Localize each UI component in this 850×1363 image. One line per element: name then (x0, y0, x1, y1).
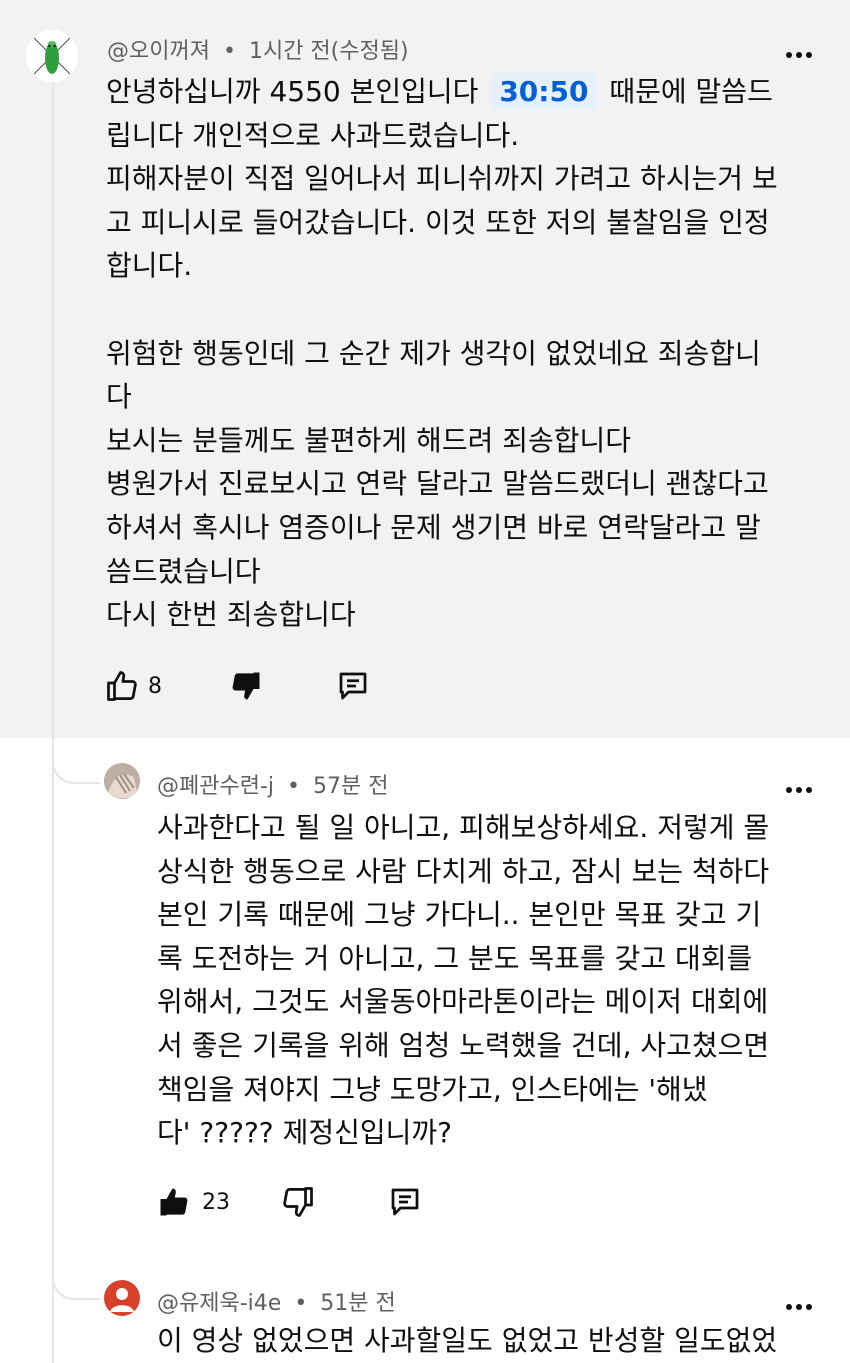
default-person-avatar[interactable] (104, 1280, 140, 1316)
cucumber-avatar[interactable] (26, 30, 78, 82)
comment-line: 위험한 행동인데 그 순간 제가 생각이 없었네요 죄송합니 (106, 336, 761, 370)
comment-line: 다' ????? 제정신입니까? (157, 1116, 452, 1150)
comment-body: 사과한다고 될 일 아니고, 피해보상하세요. 저렇게 몰 상식한 행동으로 사… (157, 806, 769, 1155)
comment-author[interactable]: @유제욱-i4e (157, 1291, 281, 1316)
reply-icon (339, 672, 367, 700)
comment-line: 고 피니시로 들어갔습니다. 이것 또한 저의 불찰임을 인정 (106, 205, 770, 239)
comment-line: 서 좋은 기록을 위해 엄청 노력했을 건데, 사고쳤으면 (157, 1028, 770, 1062)
comment-line: 사과한다고 될 일 아니고, 피해보상하세요. 저렇게 몰 (157, 811, 770, 844)
reply-connector (52, 1268, 100, 1300)
comment-line: 병원가서 진료보시고 연락 달라고 말씀드랬더니 괜찮다고 (106, 467, 769, 501)
like-count: 23 (202, 1190, 230, 1215)
comment-line: 다시 한번 죄송합니다 (106, 598, 356, 632)
comment-author[interactable]: @오이꺼져 (107, 39, 210, 64)
comment-line: 상식한 행동으로 사람 다치게 하고, 잠시 보는 척하다 (157, 854, 770, 888)
comment-meta: @폐관수련-j • 57분 전 (157, 768, 388, 800)
dislike-button[interactable] (228, 668, 264, 704)
more-options-icon[interactable] (786, 52, 814, 60)
like-button[interactable] (104, 668, 140, 704)
comment-line: 다 (106, 380, 132, 414)
reply-connector (52, 752, 100, 784)
more-options-icon[interactable] (786, 787, 814, 795)
thumbs-up-filled-icon (160, 1188, 188, 1216)
comment-line: 위해서, 그것도 서울동아마라톤이라는 메이저 대회에 (157, 985, 769, 1019)
meta-separator: • (294, 1291, 308, 1316)
meta-separator: • (287, 774, 300, 799)
more-options-icon[interactable] (786, 1304, 814, 1312)
comment-time: 51분 전 (320, 1291, 396, 1316)
reply-thread-line (52, 80, 54, 1363)
comment-line: 본인 기록 때문에 그냥 가다니.. 본인만 목표 갖고 기 (157, 898, 762, 932)
dislike-button[interactable] (280, 1184, 316, 1220)
comment-time: 57분 전 (313, 774, 389, 799)
comment-time: 1시간 전(수정됨) (248, 39, 409, 64)
thumbs-up-icon (107, 671, 137, 701)
like-button[interactable] (156, 1184, 192, 1220)
thumbs-down-icon (283, 1187, 313, 1217)
comment-meta: @오이꺼져 • 1시간 전(수정됨) (107, 33, 409, 65)
comment-author[interactable]: @폐관수련-j (157, 774, 274, 799)
comment-line: 보시는 분들께도 불편하게 해드려 죄송합니다 (106, 423, 632, 457)
reply-icon (391, 1188, 419, 1216)
comment-line: 책임을 져야지 그냥 도망가고, 인스타에는 '해냈 (157, 1072, 708, 1106)
photo-avatar[interactable] (104, 763, 140, 799)
comment-meta: @유제욱-i4e • 51분 전 (157, 1285, 396, 1317)
thumbs-down-filled-icon (232, 672, 260, 700)
comment-line (106, 288, 778, 332)
reply-button[interactable] (386, 1184, 424, 1220)
comment-line: 립니다 개인적으로 사과드렸습니다. (106, 118, 520, 152)
comment-line: 하셔서 혹시나 염증이나 문제 생기면 바로 연락달라고 말 (106, 510, 761, 544)
like-count: 8 (148, 674, 162, 699)
comment-line: 씀드렸습니다 (106, 554, 261, 588)
comment-body: 이 영상 없었으면 사과할일도 없었고 반성할 일도없었 (157, 1319, 777, 1363)
meta-separator: • (222, 39, 236, 64)
comment-line: 이 영상 없었으면 사과할일도 없었고 반성할 일도없었 (157, 1324, 778, 1357)
comment-line: 피해자분이 직접 일어나서 피니쉬까지 가려고 하시는거 보 (106, 162, 778, 196)
comment-line: 안녕하십니까 4550 본인입니다 30:50 때문에 말씀드 (106, 73, 773, 110)
comment-line: 록 도전하는 거 아니고, 그 분도 목표를 갖고 대회를 (157, 941, 753, 975)
reply-button[interactable] (334, 668, 372, 704)
timestamp-link[interactable]: 30:50 (491, 73, 597, 110)
comment-line: 합니다. (106, 249, 193, 283)
comment-body: 안녕하십니까 4550 본인입니다 30:50 때문에 말씀드 립니다 개인적으… (106, 70, 778, 637)
